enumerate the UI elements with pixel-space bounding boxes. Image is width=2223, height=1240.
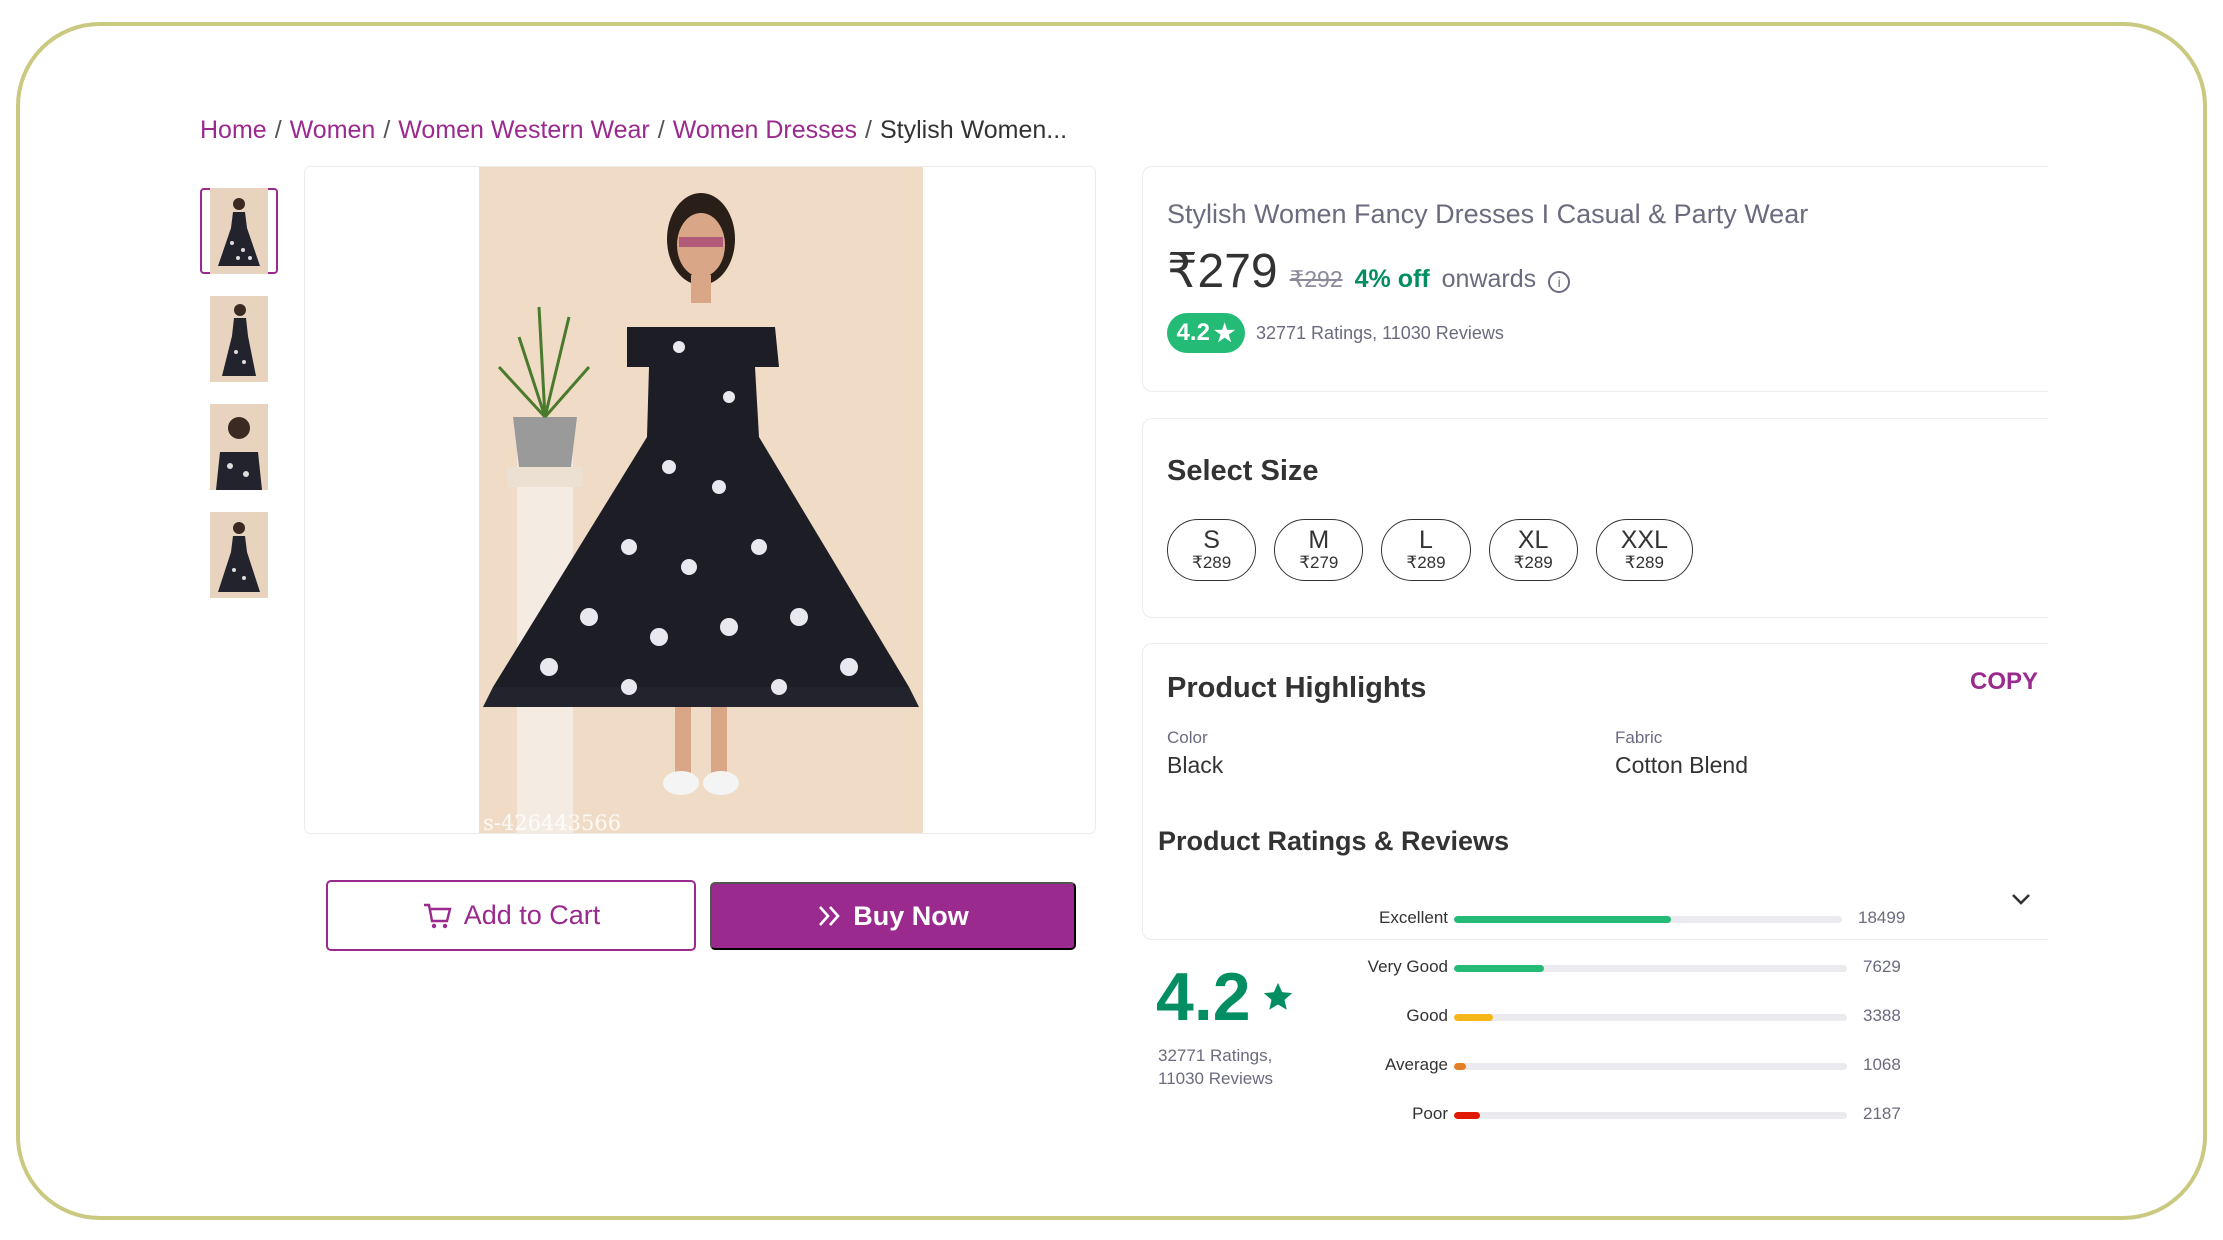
ratings-summary[interactable]: 32771 Ratings, 11030 Reviews — [1256, 323, 1504, 344]
product-info-card: Stylish Women Fancy Dresses I Casual & P… — [1142, 166, 2048, 392]
product-image[interactable]: s-426443566 — [479, 167, 923, 833]
rating-row-good: Good 3388 — [1300, 1002, 1920, 1032]
thumbnail-list — [200, 188, 278, 620]
size-label: L — [1419, 526, 1433, 554]
size-option-m[interactable]: M ₹279 — [1274, 519, 1364, 581]
ratings-reviews-heading: Product Ratings & Reviews — [1158, 826, 1510, 856]
rating-bar-fill — [1454, 916, 1671, 923]
rating-count: 18499 — [1858, 908, 1906, 927]
size-option-s[interactable]: S ₹289 — [1167, 519, 1257, 581]
rating-row-very-good: Very Good 7629 — [1300, 953, 1920, 983]
rating-badge: 4.2 ★ — [1167, 313, 1245, 353]
cart-icon — [423, 903, 452, 928]
rating-count: 3388 — [1863, 1006, 1901, 1025]
copy-button[interactable]: COPY — [1970, 668, 2038, 696]
size-price: ₹289 — [1406, 553, 1446, 572]
thumbnail-2[interactable] — [200, 296, 278, 382]
breadcrumb: Home / Women / Women Western Wear / Women Dres… — [200, 116, 1068, 144]
rating-row-average: Average 1068 — [1300, 1051, 1920, 1081]
buy-now-label: Buy Now — [853, 900, 969, 931]
product-title: Stylish Women Fancy Dresses I Casual & P… — [1167, 199, 1809, 229]
rating-bar-fill — [1454, 965, 1544, 972]
size-price: ₹289 — [1192, 553, 1232, 572]
rating-row-poor: Poor 2187 — [1300, 1100, 1920, 1130]
breadcrumb-dresses[interactable]: Women Dresses — [673, 116, 857, 144]
breadcrumb-women[interactable]: Women — [290, 116, 376, 144]
fabric-label: Fabric — [1615, 728, 1663, 747]
color-value: Black — [1167, 752, 1224, 778]
rating-bar-track — [1454, 1063, 1847, 1070]
rating-bar-track — [1454, 1014, 1847, 1021]
add-to-cart-button[interactable]: Add to Cart — [326, 880, 696, 951]
fabric-value: Cotton Blend — [1615, 752, 1748, 778]
rating-label: Good — [1406, 1006, 1448, 1025]
thumbnail-4[interactable] — [200, 512, 278, 598]
breadcrumb-western-wear[interactable]: Women Western Wear — [398, 116, 649, 144]
image-watermark: s-426443566 — [483, 811, 622, 833]
size-label: S — [1203, 526, 1220, 554]
rating-bar-fill — [1454, 1112, 1480, 1119]
add-to-cart-label: Add to Cart — [463, 900, 601, 930]
rating-label: Very Good — [1367, 957, 1448, 976]
overall-rating: 4.2 — [1156, 958, 1295, 1036]
rating-count: 2187 — [1863, 1104, 1901, 1123]
main-image-container: s-426443566 — [304, 166, 1096, 834]
current-price: ₹279 — [1167, 245, 1278, 298]
color-label: Color — [1167, 728, 1208, 747]
size-price: ₹289 — [1624, 553, 1664, 572]
size-option-xl[interactable]: XL ₹289 — [1488, 519, 1578, 581]
buy-now-button[interactable]: Buy Now — [710, 882, 1076, 950]
size-label: XXL — [1620, 526, 1669, 554]
overall-rating-summary: 32771 Ratings, 11030 Reviews — [1158, 1044, 1273, 1090]
thumbnail-1[interactable] — [200, 188, 278, 274]
size-label: XL — [1517, 526, 1549, 554]
overall-rating-value: 4.2 — [1156, 959, 1251, 1035]
thumbnail-3[interactable] — [200, 404, 278, 490]
rating-count: 7629 — [1863, 957, 1901, 976]
rating-label: Poor — [1412, 1104, 1448, 1123]
double-chevron-right-icon — [819, 906, 840, 926]
highlights-heading: Product Highlights — [1167, 672, 1427, 704]
size-options: S ₹289 M ₹279 L ₹289 XL ₹289 XXL ₹289 — [1167, 519, 1694, 581]
product-highlights-card: Product Highlights COPY Color Black Fabr… — [1142, 643, 2048, 940]
rating-bar-fill — [1454, 1014, 1493, 1021]
rating-label: Average — [1384, 1055, 1448, 1074]
rating-value: 4.2 — [1176, 319, 1210, 346]
size-price: ₹289 — [1513, 553, 1553, 572]
rating-count: 1068 — [1863, 1055, 1901, 1074]
info-icon[interactable]: i — [1548, 271, 1571, 293]
size-option-l[interactable]: L ₹289 — [1381, 519, 1471, 581]
rating-bar-track — [1454, 965, 1847, 972]
reviews-count: 11030 Reviews — [1158, 1069, 1273, 1088]
original-price: ₹292 — [1289, 266, 1343, 292]
rating-label: Excellent — [1379, 908, 1448, 927]
rating-bar-track — [1454, 1112, 1847, 1119]
rating-bar-track — [1454, 916, 1842, 923]
size-option-xxl[interactable]: XXL ₹289 — [1595, 519, 1694, 581]
breadcrumb-current: Stylish Women... — [880, 116, 1068, 144]
price-row: ₹279 ₹292 4% off onwards i — [1167, 243, 1571, 299]
rating-row-excellent: Excellent 18499 — [1300, 904, 1920, 934]
star-icon: ★ — [1213, 319, 1236, 347]
rating-bar-fill — [1454, 1063, 1466, 1070]
breadcrumb-home[interactable]: Home — [200, 116, 267, 144]
size-price: ₹279 — [1299, 553, 1339, 572]
star-icon — [1263, 982, 1292, 1010]
onwards-text: onwards — [1441, 265, 1537, 293]
ratings-count: 32771 Ratings, — [1158, 1046, 1273, 1065]
size-label: M — [1308, 526, 1330, 554]
chevron-down-icon[interactable] — [2010, 888, 2032, 910]
size-selector-card: Select Size S ₹289 M ₹279 L ₹289 XL ₹289 XXL… — [1142, 418, 2048, 618]
select-size-heading: Select Size — [1167, 455, 1319, 487]
discount-text: 4% off — [1354, 265, 1430, 293]
